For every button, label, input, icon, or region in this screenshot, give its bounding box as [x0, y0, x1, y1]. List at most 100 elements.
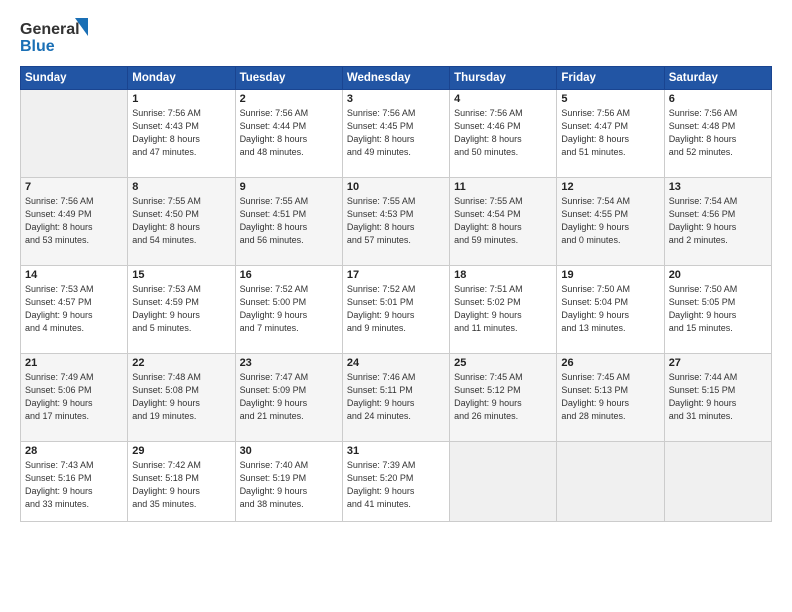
- day-cell: 1Sunrise: 7:56 AM Sunset: 4:43 PM Daylig…: [128, 90, 235, 178]
- day-info: Sunrise: 7:54 AM Sunset: 4:56 PM Dayligh…: [669, 195, 767, 247]
- day-number: 23: [240, 357, 338, 369]
- calendar-table: SundayMondayTuesdayWednesdayThursdayFrid…: [20, 66, 772, 522]
- day-cell: 26 Sunrise: 7:45 AM Sunset: 5:13 PM Dayli…: [557, 354, 664, 442]
- day-cell: 7 Sunrise: 7:56 AM Sunset: 4:49 PM Daylig…: [21, 178, 128, 266]
- day-cell: 12 Sunrise: 7:54 AM Sunset: 4:55 PM Dayli…: [557, 178, 664, 266]
- header-cell-tuesday: Tuesday: [235, 67, 342, 90]
- day-number: 15: [132, 269, 230, 281]
- day-number: 27: [669, 357, 767, 369]
- day-info: Sunrise: 7:56 AM Sunset: 4:48 PM Dayligh…: [669, 107, 767, 159]
- day-number: 7: [25, 181, 123, 193]
- day-info: Sunrise: 7:51 AM Sunset: 5:02 PM Dayligh…: [454, 283, 552, 335]
- day-cell: 20 Sunrise: 7:50 AM Sunset: 5:05 PM Dayli…: [664, 266, 771, 354]
- day-number: 6: [669, 93, 767, 105]
- svg-text:Blue: Blue: [20, 38, 55, 55]
- day-info: Sunrise: 7:52 AM Sunset: 5:00 PM Dayligh…: [240, 283, 338, 335]
- day-info: Sunrise: 7:47 AM Sunset: 5:09 PM Dayligh…: [240, 371, 338, 423]
- day-number: 29: [132, 445, 230, 457]
- day-info: Sunrise: 7:45 AM Sunset: 5:13 PM Dayligh…: [561, 371, 659, 423]
- header-cell-sunday: Sunday: [21, 67, 128, 90]
- day-number: 8: [132, 181, 230, 193]
- day-cell: 11Sunrise: 7:55 AM Sunset: 4:54 PM Dayli…: [450, 178, 557, 266]
- day-info: Sunrise: 7:55 AM Sunset: 4:51 PM Dayligh…: [240, 195, 338, 247]
- day-number: 12: [561, 181, 659, 193]
- header: GeneralBlue: [20, 16, 772, 56]
- day-number: 5: [561, 93, 659, 105]
- day-cell: 19Sunrise: 7:50 AM Sunset: 5:04 PM Dayli…: [557, 266, 664, 354]
- day-number: 18: [454, 269, 552, 281]
- day-cell: 6 Sunrise: 7:56 AM Sunset: 4:48 PM Daylig…: [664, 90, 771, 178]
- day-number: 16: [240, 269, 338, 281]
- day-cell: 30 Sunrise: 7:40 AM Sunset: 5:19 PM Dayli…: [235, 442, 342, 522]
- day-number: 24: [347, 357, 445, 369]
- day-info: Sunrise: 7:53 AM Sunset: 4:57 PM Dayligh…: [25, 283, 123, 335]
- day-cell: [21, 90, 128, 178]
- day-cell: 27 Sunrise: 7:44 AM Sunset: 5:15 PM Dayli…: [664, 354, 771, 442]
- day-info: Sunrise: 7:55 AM Sunset: 4:53 PM Dayligh…: [347, 195, 445, 247]
- day-cell: 18 Sunrise: 7:51 AM Sunset: 5:02 PM Dayli…: [450, 266, 557, 354]
- logo-svg: GeneralBlue: [20, 16, 90, 56]
- day-info: Sunrise: 7:52 AM Sunset: 5:01 PM Dayligh…: [347, 283, 445, 335]
- day-cell: 28 Sunrise: 7:43 AM Sunset: 5:16 PM Dayli…: [21, 442, 128, 522]
- day-cell: 13 Sunrise: 7:54 AM Sunset: 4:56 PM Dayli…: [664, 178, 771, 266]
- day-info: Sunrise: 7:50 AM Sunset: 5:05 PM Dayligh…: [669, 283, 767, 335]
- day-number: 2: [240, 93, 338, 105]
- day-number: 13: [669, 181, 767, 193]
- header-cell-saturday: Saturday: [664, 67, 771, 90]
- day-cell: 4Sunrise: 7:56 AM Sunset: 4:46 PM Daylig…: [450, 90, 557, 178]
- day-info: Sunrise: 7:39 AM Sunset: 5:20 PM Dayligh…: [347, 459, 445, 511]
- day-info: Sunrise: 7:56 AM Sunset: 4:43 PM Dayligh…: [132, 107, 230, 159]
- day-info: Sunrise: 7:55 AM Sunset: 4:50 PM Dayligh…: [132, 195, 230, 247]
- header-cell-wednesday: Wednesday: [342, 67, 449, 90]
- day-cell: 17 Sunrise: 7:52 AM Sunset: 5:01 PM Dayli…: [342, 266, 449, 354]
- day-number: 17: [347, 269, 445, 281]
- day-number: 28: [25, 445, 123, 457]
- week-row-2: 7 Sunrise: 7:56 AM Sunset: 4:49 PM Daylig…: [21, 178, 772, 266]
- day-info: Sunrise: 7:54 AM Sunset: 4:55 PM Dayligh…: [561, 195, 659, 247]
- day-cell: 14Sunrise: 7:53 AM Sunset: 4:57 PM Dayli…: [21, 266, 128, 354]
- day-number: 25: [454, 357, 552, 369]
- page: GeneralBlue SundayMondayTuesdayWednesday…: [0, 0, 792, 612]
- day-cell: 25 Sunrise: 7:45 AM Sunset: 5:12 PM Dayli…: [450, 354, 557, 442]
- day-info: Sunrise: 7:44 AM Sunset: 5:15 PM Dayligh…: [669, 371, 767, 423]
- day-info: Sunrise: 7:42 AM Sunset: 5:18 PM Dayligh…: [132, 459, 230, 511]
- day-number: 26: [561, 357, 659, 369]
- day-cell: 9 Sunrise: 7:55 AM Sunset: 4:51 PM Daylig…: [235, 178, 342, 266]
- day-cell: 22 Sunrise: 7:48 AM Sunset: 5:08 PM Dayli…: [128, 354, 235, 442]
- day-info: Sunrise: 7:40 AM Sunset: 5:19 PM Dayligh…: [240, 459, 338, 511]
- day-cell: 3Sunrise: 7:56 AM Sunset: 4:45 PM Daylig…: [342, 90, 449, 178]
- day-info: Sunrise: 7:43 AM Sunset: 5:16 PM Dayligh…: [25, 459, 123, 511]
- day-cell: 29 Sunrise: 7:42 AM Sunset: 5:18 PM Dayli…: [128, 442, 235, 522]
- day-info: Sunrise: 7:50 AM Sunset: 5:04 PM Dayligh…: [561, 283, 659, 335]
- day-info: Sunrise: 7:56 AM Sunset: 4:45 PM Dayligh…: [347, 107, 445, 159]
- day-info: Sunrise: 7:46 AM Sunset: 5:11 PM Dayligh…: [347, 371, 445, 423]
- day-info: Sunrise: 7:49 AM Sunset: 5:06 PM Dayligh…: [25, 371, 123, 423]
- header-cell-monday: Monday: [128, 67, 235, 90]
- header-row: SundayMondayTuesdayWednesdayThursdayFrid…: [21, 67, 772, 90]
- week-row-5: 28 Sunrise: 7:43 AM Sunset: 5:16 PM Dayli…: [21, 442, 772, 522]
- header-cell-friday: Friday: [557, 67, 664, 90]
- day-cell: 2 Sunrise: 7:56 AM Sunset: 4:44 PM Daylig…: [235, 90, 342, 178]
- day-number: 30: [240, 445, 338, 457]
- day-info: Sunrise: 7:56 AM Sunset: 4:47 PM Dayligh…: [561, 107, 659, 159]
- day-number: 20: [669, 269, 767, 281]
- day-cell: 24 Sunrise: 7:46 AM Sunset: 5:11 PM Dayli…: [342, 354, 449, 442]
- day-number: 9: [240, 181, 338, 193]
- day-cell: 31Sunrise: 7:39 AM Sunset: 5:20 PM Dayli…: [342, 442, 449, 522]
- svg-text:General: General: [20, 21, 80, 38]
- day-cell: 21 Sunrise: 7:49 AM Sunset: 5:06 PM Dayli…: [21, 354, 128, 442]
- day-cell: [664, 442, 771, 522]
- header-cell-thursday: Thursday: [450, 67, 557, 90]
- day-number: 21: [25, 357, 123, 369]
- day-info: Sunrise: 7:56 AM Sunset: 4:44 PM Dayligh…: [240, 107, 338, 159]
- day-info: Sunrise: 7:45 AM Sunset: 5:12 PM Dayligh…: [454, 371, 552, 423]
- week-row-1: 1Sunrise: 7:56 AM Sunset: 4:43 PM Daylig…: [21, 90, 772, 178]
- day-cell: 16 Sunrise: 7:52 AM Sunset: 5:00 PM Dayli…: [235, 266, 342, 354]
- day-number: 22: [132, 357, 230, 369]
- week-row-3: 14Sunrise: 7:53 AM Sunset: 4:57 PM Dayli…: [21, 266, 772, 354]
- day-info: Sunrise: 7:56 AM Sunset: 4:49 PM Dayligh…: [25, 195, 123, 247]
- day-info: Sunrise: 7:55 AM Sunset: 4:54 PM Dayligh…: [454, 195, 552, 247]
- day-info: Sunrise: 7:48 AM Sunset: 5:08 PM Dayligh…: [132, 371, 230, 423]
- logo: GeneralBlue: [20, 16, 90, 56]
- day-info: Sunrise: 7:56 AM Sunset: 4:46 PM Dayligh…: [454, 107, 552, 159]
